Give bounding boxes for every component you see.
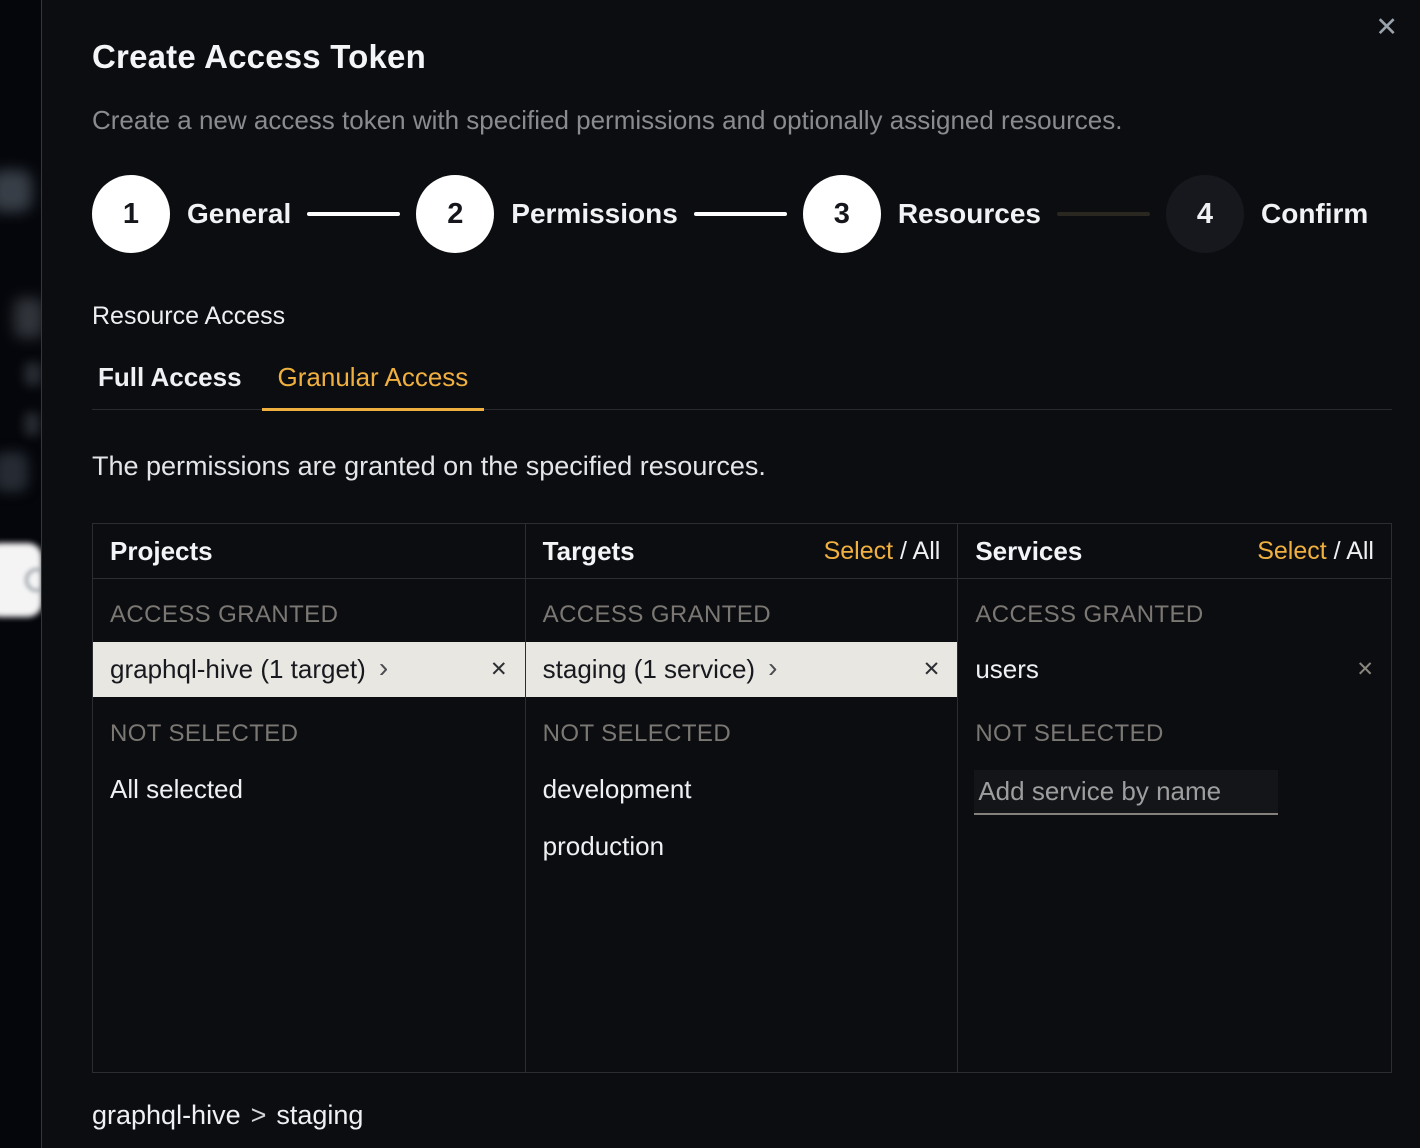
granted-project-label: graphql-hive (1 target) xyxy=(110,654,366,685)
background-blur-shape xyxy=(24,362,41,386)
services-column: Services Select / All ACCESS GRANTED use… xyxy=(958,524,1391,1072)
granted-project-row[interactable]: graphql-hive (1 target) › ✕ xyxy=(93,642,525,697)
breadcrumb: graphql-hive > staging xyxy=(92,1100,1392,1131)
step-connector xyxy=(307,212,400,216)
not-selected-label: NOT SELECTED xyxy=(93,697,525,761)
breadcrumb-separator: > xyxy=(251,1100,267,1131)
select-all-separator: / xyxy=(900,537,907,565)
step-connector-inactive xyxy=(1057,212,1150,216)
granted-service-label: users xyxy=(975,654,1039,685)
project-list-item[interactable]: All selected xyxy=(93,761,525,818)
column-title: Targets xyxy=(543,536,635,567)
background-blur-shape xyxy=(0,452,28,492)
not-selected-label: NOT SELECTED xyxy=(526,697,958,761)
permissions-note: The permissions are granted on the speci… xyxy=(92,451,1392,482)
all-link[interactable]: All xyxy=(1346,537,1374,565)
tab-full-access[interactable]: Full Access xyxy=(92,356,262,411)
column-title: Projects xyxy=(110,536,213,567)
step-permissions[interactable]: 2 Permissions xyxy=(416,175,678,253)
targets-column: Targets Select / All ACCESS GRANTED stag… xyxy=(526,524,959,1072)
select-link[interactable]: Select xyxy=(824,537,893,565)
not-selected-label: NOT SELECTED xyxy=(958,697,1391,761)
chevron-right-icon: › xyxy=(768,654,777,682)
resource-selector-table: Projects ACCESS GRANTED graphql-hive (1 … xyxy=(92,523,1392,1073)
step-number-circle: 2 xyxy=(416,175,494,253)
modal-description: Create a new access token with specified… xyxy=(92,105,1392,136)
chevron-right-icon: › xyxy=(379,654,388,682)
background-blur-shape xyxy=(24,412,40,436)
access-granted-label: ACCESS GRANTED xyxy=(526,579,958,642)
close-icon[interactable]: ✕ xyxy=(1375,14,1398,41)
background-page-glimpse xyxy=(0,0,41,1148)
breadcrumb-target[interactable]: staging xyxy=(276,1100,363,1131)
background-blur-shape xyxy=(14,298,41,338)
access-granted-label: ACCESS GRANTED xyxy=(93,579,525,642)
step-general[interactable]: 1 General xyxy=(92,175,291,253)
granted-target-row[interactable]: staging (1 service) › ✕ xyxy=(526,642,958,697)
wizard-stepper: 1 General 2 Permissions 3 Resources 4 Co… xyxy=(92,175,1392,253)
breadcrumb-project[interactable]: graphql-hive xyxy=(92,1100,241,1131)
step-label: Confirm xyxy=(1261,198,1368,230)
step-label: Resources xyxy=(898,198,1041,230)
step-number-circle: 4 xyxy=(1166,175,1244,253)
resource-access-heading: Resource Access xyxy=(92,302,1392,331)
target-list-item[interactable]: development xyxy=(526,761,958,818)
targets-column-header: Targets Select / All xyxy=(526,524,958,579)
remove-project-icon[interactable]: ✕ xyxy=(490,659,508,680)
step-confirm[interactable]: 4 Confirm xyxy=(1166,175,1368,253)
remove-service-icon[interactable]: ✕ xyxy=(1356,659,1374,680)
targets-select-all: Select / All xyxy=(824,537,941,566)
step-label: Permissions xyxy=(511,198,678,230)
select-link[interactable]: Select xyxy=(1257,537,1326,565)
step-resources[interactable]: 3 Resources xyxy=(803,175,1041,253)
select-all-separator: / xyxy=(1334,537,1341,565)
granted-target-label: staging (1 service) xyxy=(543,654,755,685)
add-service-input[interactable] xyxy=(974,770,1278,815)
access-granted-label: ACCESS GRANTED xyxy=(958,579,1391,642)
services-column-header: Services Select / All xyxy=(958,524,1391,579)
column-title: Services xyxy=(975,536,1082,567)
tab-granular-access[interactable]: Granular Access xyxy=(262,356,485,411)
target-list-item[interactable]: production xyxy=(526,818,958,875)
access-mode-tabs: Full Access Granular Access xyxy=(92,356,1392,410)
remove-target-icon[interactable]: ✕ xyxy=(923,659,941,680)
granted-service-row[interactable]: users ✕ xyxy=(958,642,1391,697)
step-number-circle: 3 xyxy=(803,175,881,253)
background-blur-shape xyxy=(0,170,32,212)
projects-column-header: Projects xyxy=(93,524,525,579)
all-link[interactable]: All xyxy=(913,537,941,565)
create-access-token-modal: ✕ Create Access Token Create a new acces… xyxy=(41,0,1420,1148)
projects-column: Projects ACCESS GRANTED graphql-hive (1 … xyxy=(93,524,526,1072)
services-select-all: Select / All xyxy=(1257,537,1374,566)
modal-title: Create Access Token xyxy=(92,38,1392,76)
step-label: General xyxy=(187,198,291,230)
step-connector xyxy=(694,212,787,216)
step-number-circle: 1 xyxy=(92,175,170,253)
